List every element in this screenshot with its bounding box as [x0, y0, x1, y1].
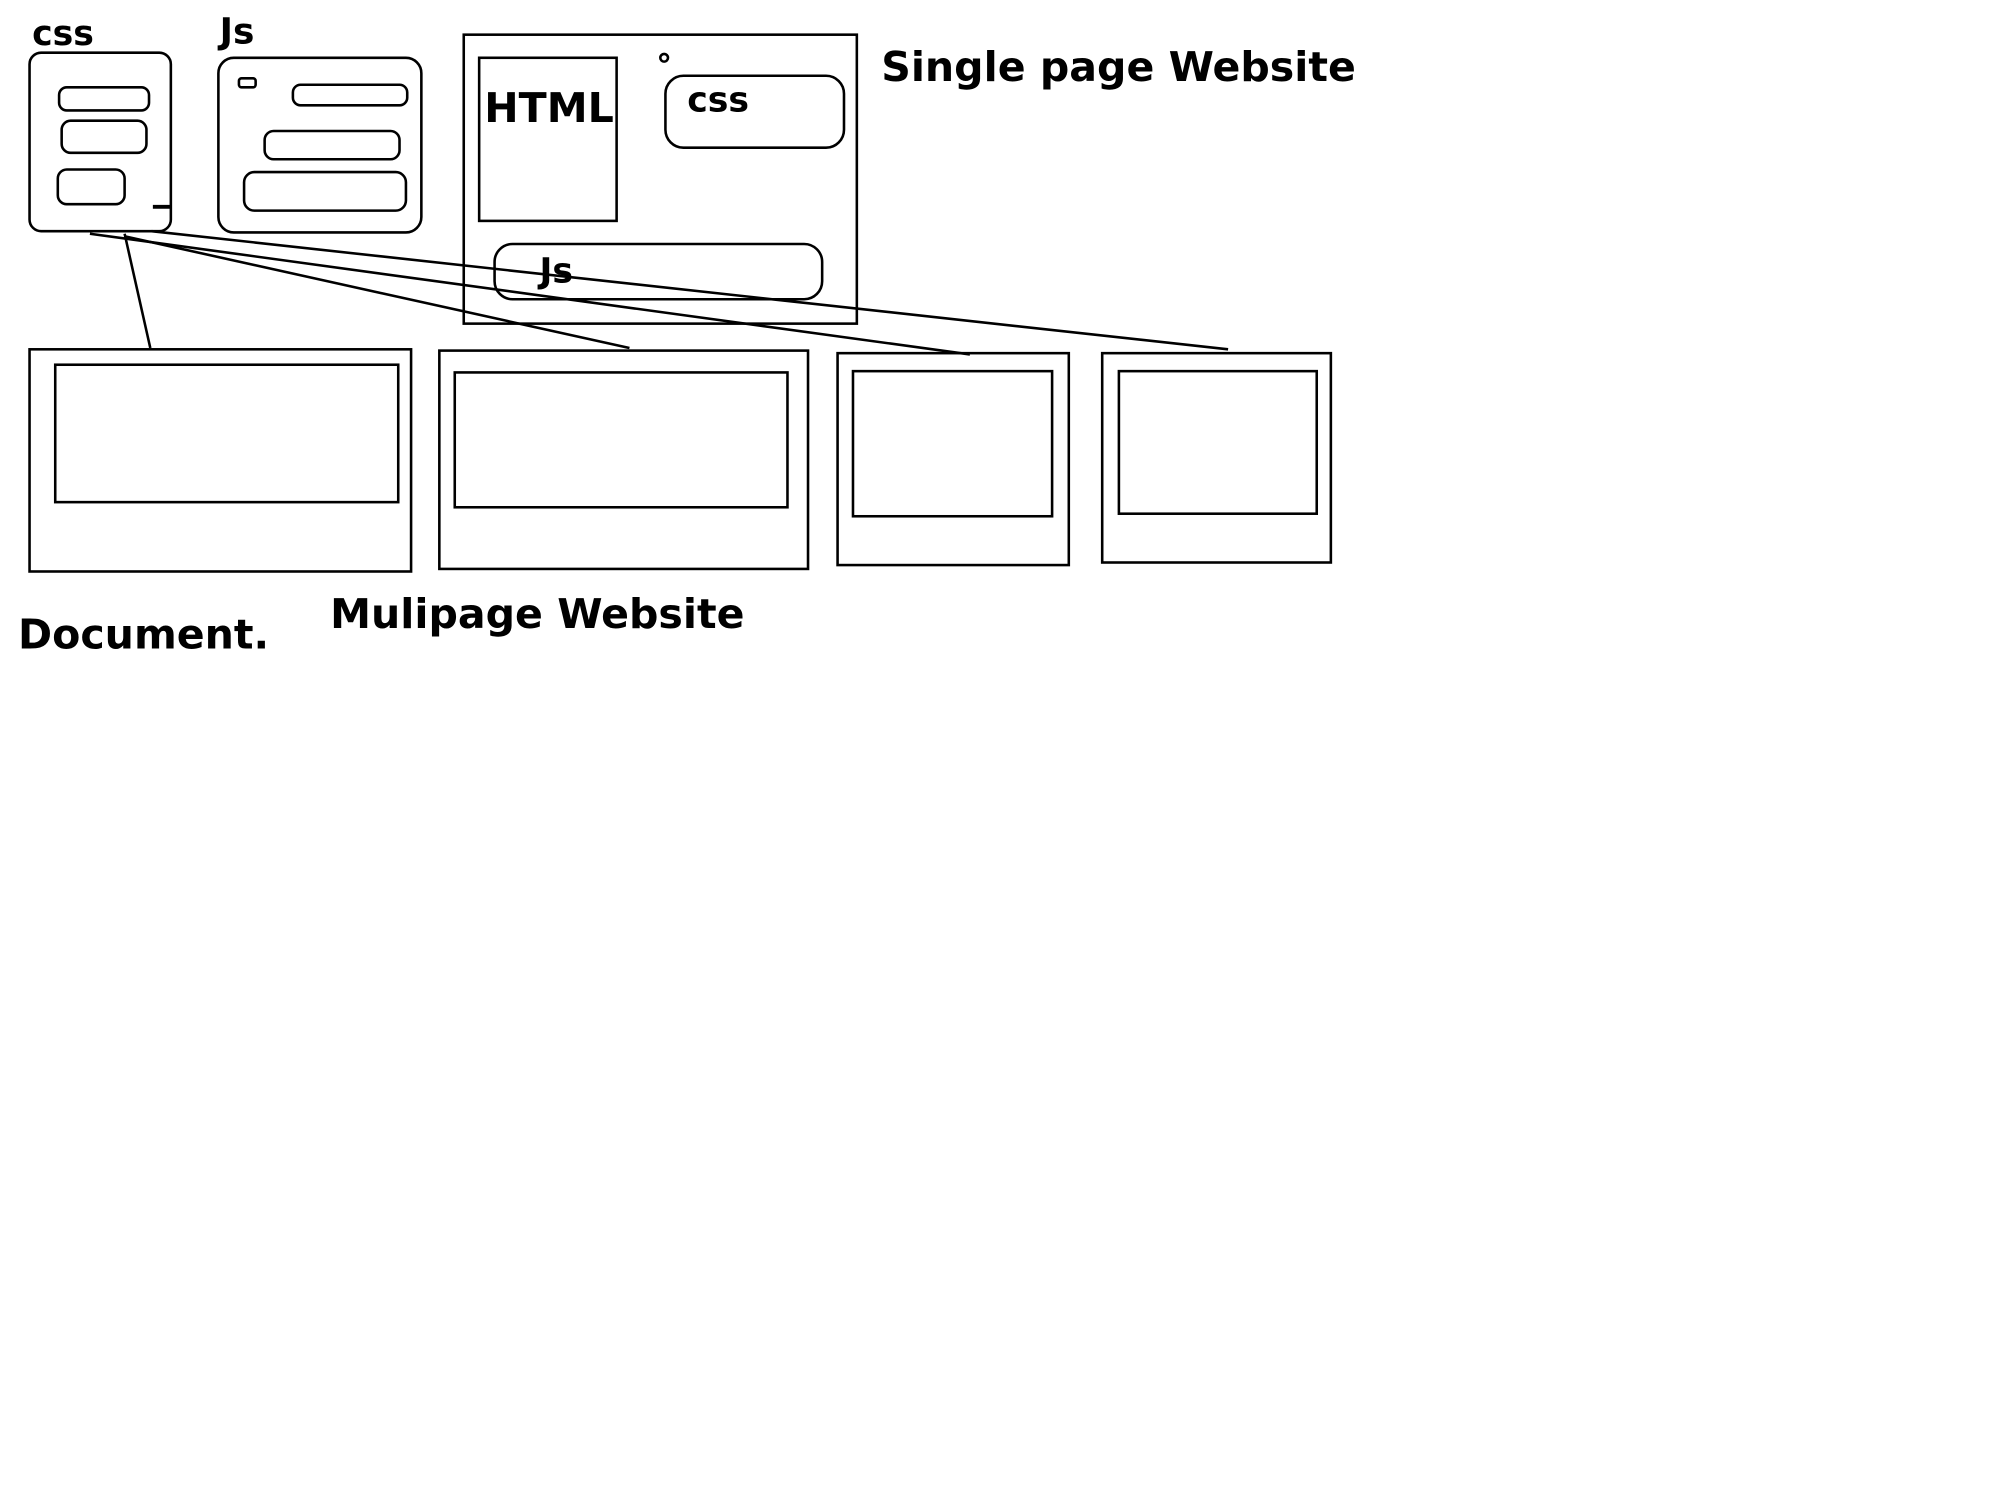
page-2-frame	[438, 349, 810, 571]
page-3-frame	[836, 351, 1071, 567]
spa-html-label: HTML	[484, 84, 614, 132]
css-rule-1	[57, 86, 151, 112]
js-statement-1	[291, 83, 409, 107]
diagram-canvas: css Js HTML css Js Single page Website D…	[18, 12, 1356, 659]
document-label: Document.	[18, 611, 269, 659]
page-4-content	[1117, 369, 1319, 515]
js-statement-3	[242, 170, 408, 212]
page-3-content	[851, 369, 1054, 518]
css-rule-2	[60, 119, 148, 155]
page-1-content	[53, 363, 400, 504]
css-label: css	[32, 14, 94, 54]
page-4-frame	[1100, 351, 1333, 564]
multipage-title: Mulipage Website	[330, 590, 744, 638]
js-label: Js	[217, 12, 255, 53]
page-1-frame	[28, 348, 413, 573]
spa-css-label: css	[687, 81, 749, 121]
single-page-title: Single page Website	[881, 43, 1356, 91]
connector-to-page-4	[151, 229, 1229, 351]
js-statement-2	[263, 129, 401, 161]
spa-html-panel	[477, 56, 618, 223]
connector-to-page-3	[89, 232, 971, 356]
single-page-container	[462, 33, 859, 325]
css-rule-3	[56, 168, 126, 206]
page-2-content	[453, 371, 789, 509]
spa-dot	[659, 52, 670, 63]
spa-js-label: Js	[538, 252, 574, 292]
js-line-marker	[237, 77, 257, 89]
connector-to-page-1	[123, 233, 152, 349]
